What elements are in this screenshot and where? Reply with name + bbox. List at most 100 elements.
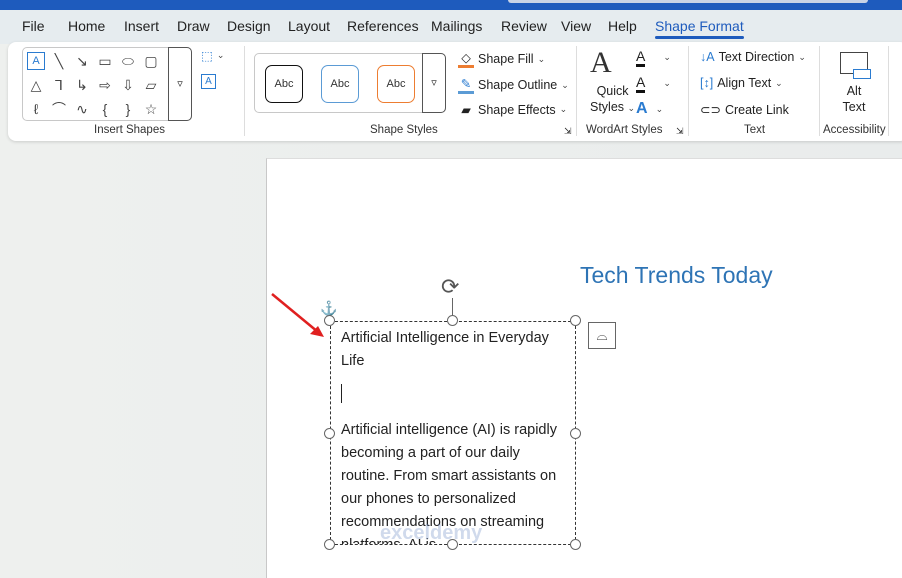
dialog-launcher-icon[interactable]: ⇲ bbox=[564, 126, 572, 137]
elbow-arrow-connector-icon[interactable]: ↳ bbox=[73, 76, 91, 94]
paint-bucket-icon: ◇ bbox=[458, 50, 474, 68]
shape-outline-label: Shape Outline bbox=[478, 78, 558, 92]
tab-view[interactable]: View bbox=[561, 18, 591, 34]
text-group-label: Text bbox=[744, 124, 766, 136]
quick-styles-button[interactable]: Quick Styles ⌄ bbox=[590, 83, 635, 116]
right-brace-shape-icon[interactable]: } bbox=[119, 100, 137, 118]
quick-styles-icon: A bbox=[590, 46, 612, 79]
chevron-down-icon: ⌄ bbox=[537, 53, 546, 64]
edit-shape-button[interactable]: ⬚ ⌄ bbox=[201, 48, 224, 63]
chevron-down-icon: ⌄ bbox=[216, 50, 225, 60]
resize-handle[interactable] bbox=[447, 539, 458, 550]
text-outline-icon: A bbox=[636, 74, 646, 93]
left-brace-shape-icon[interactable]: { bbox=[96, 100, 114, 118]
arc-shape-icon[interactable]: ⌒ bbox=[50, 100, 68, 118]
divider bbox=[888, 46, 889, 136]
shape-fill-button[interactable]: ◇ Shape Fill ⌄ bbox=[458, 50, 545, 68]
text-box[interactable]: Artificial Intelligence in Everyday Life… bbox=[330, 321, 576, 545]
down-arrow-shape-icon[interactable]: ⇩ bbox=[119, 76, 137, 94]
shape-styles-label: Shape Styles bbox=[370, 124, 438, 136]
divider bbox=[576, 46, 577, 136]
pencil-icon: ✎ bbox=[458, 76, 474, 94]
shape-fill-label: Shape Fill bbox=[478, 52, 534, 66]
shapes-gallery[interactable]: A ╲ ↘ ▭ ⬭ ▢ △ ⅂ ↳ ⇨ ⇩ ▱ ℓ ⌒ ∿ { } ☆ ▿ bbox=[22, 47, 192, 121]
tab-draw[interactable]: Draw bbox=[177, 18, 210, 34]
alt-text-label: Text bbox=[842, 100, 866, 114]
tab-home[interactable]: Home bbox=[68, 18, 105, 34]
tab-shape-format[interactable]: Shape Format bbox=[655, 18, 744, 39]
divider bbox=[819, 46, 820, 136]
arrow-line-shape-icon[interactable]: ↘ bbox=[73, 52, 91, 70]
resize-handle[interactable] bbox=[324, 539, 335, 550]
text-fill-button[interactable]: A ⌄ bbox=[636, 48, 671, 67]
rounded-rectangle-shape-icon[interactable]: ▢ bbox=[142, 52, 160, 70]
align-text-label: Align Text bbox=[717, 76, 772, 90]
ribbon-tabs: File Home Insert Draw Design Layout Refe… bbox=[0, 10, 902, 44]
star-shape-icon[interactable]: ☆ bbox=[142, 100, 160, 118]
tab-design[interactable]: Design bbox=[227, 18, 271, 34]
text-direction-button[interactable]: ↓A Text Direction ⌄ bbox=[700, 50, 806, 64]
shape-effects-button[interactable]: ▰ Shape Effects ⌄ bbox=[458, 102, 568, 118]
more-shapes-button[interactable]: ▿ bbox=[168, 47, 192, 121]
create-link-button[interactable]: ⊂⊃ Create Link bbox=[700, 102, 789, 118]
text-direction-label: Text Direction bbox=[718, 50, 795, 64]
style-preset[interactable]: Abc bbox=[321, 65, 359, 103]
align-text-button[interactable]: [↕] Align Text ⌄ bbox=[700, 76, 783, 90]
shape-styles-gallery[interactable]: Abc Abc Abc ▿ bbox=[254, 53, 446, 113]
text-box-heading[interactable]: Artificial Intelligence in Everyday Life bbox=[341, 327, 571, 373]
dialog-launcher-icon[interactable]: ⇲ bbox=[676, 126, 684, 137]
text-outline-button[interactable]: A ⌄ bbox=[636, 74, 671, 93]
triangle-shape-icon[interactable]: △ bbox=[27, 76, 45, 94]
align-text-icon: [↕] bbox=[700, 76, 714, 90]
edit-shape-icon: ⬚ bbox=[201, 49, 213, 63]
line-shape-icon[interactable]: ╲ bbox=[50, 52, 68, 70]
resize-handle[interactable] bbox=[324, 315, 335, 326]
wordart-styles-label: WordArt Styles bbox=[586, 124, 663, 136]
resize-handle[interactable] bbox=[570, 539, 581, 550]
insert-shapes-label: Insert Shapes bbox=[94, 124, 165, 136]
create-link-label: Create Link bbox=[724, 102, 789, 117]
shape-effects-label: Shape Effects bbox=[478, 102, 556, 117]
tab-references[interactable]: References bbox=[347, 18, 419, 34]
curve-shape-icon[interactable]: ∿ bbox=[73, 100, 91, 118]
chevron-down-icon: ⌄ bbox=[559, 104, 568, 114]
tab-layout[interactable]: Layout bbox=[288, 18, 330, 34]
text-box-shape-icon[interactable]: A bbox=[27, 52, 45, 70]
resize-handle[interactable] bbox=[324, 428, 335, 439]
tab-insert[interactable]: Insert bbox=[124, 18, 159, 34]
tab-review[interactable]: Review bbox=[501, 18, 547, 34]
text-effects-button[interactable]: A ⌄ bbox=[636, 100, 663, 118]
resize-handle[interactable] bbox=[570, 428, 581, 439]
style-preset[interactable]: Abc bbox=[377, 65, 415, 103]
resize-handle[interactable] bbox=[570, 315, 581, 326]
oval-shape-icon[interactable]: ⬭ bbox=[119, 52, 137, 70]
tab-help[interactable]: Help bbox=[608, 18, 637, 34]
text-effects-icon: A bbox=[636, 100, 648, 117]
ribbon: A ╲ ↘ ▭ ⬭ ▢ △ ⅂ ↳ ⇨ ⇩ ▱ ℓ ⌒ ∿ { } ☆ ▿ ⬚ ⌄… bbox=[8, 42, 902, 141]
alt-text-button[interactable]: Alt Text bbox=[840, 83, 868, 115]
rectangle-shape-icon[interactable]: ▭ bbox=[96, 52, 114, 70]
shape-effects-icon: ▰ bbox=[461, 103, 471, 117]
search-box[interactable] bbox=[508, 0, 868, 3]
divider bbox=[244, 46, 245, 136]
quick-styles-label: Quick bbox=[596, 84, 629, 98]
layout-options-button[interactable]: ⌓ bbox=[588, 322, 616, 349]
resize-handle[interactable] bbox=[447, 315, 458, 326]
snip-rectangle-shape-icon[interactable]: ▱ bbox=[142, 76, 160, 94]
document-title[interactable]: Tech Trends Today bbox=[580, 262, 773, 289]
tab-mailings[interactable]: Mailings bbox=[431, 18, 482, 34]
tab-file[interactable]: File bbox=[22, 18, 45, 34]
right-arrow-shape-icon[interactable]: ⇨ bbox=[96, 76, 114, 94]
quick-styles-label: Styles bbox=[590, 100, 625, 114]
elbow-connector-icon[interactable]: ⅂ bbox=[50, 76, 68, 94]
draw-text-box-button[interactable]: A bbox=[201, 74, 216, 89]
more-styles-button[interactable]: ▿ bbox=[422, 53, 446, 113]
style-preset[interactable]: Abc bbox=[265, 65, 303, 103]
shape-outline-button[interactable]: ✎ Shape Outline ⌄ bbox=[458, 76, 569, 94]
divider bbox=[688, 46, 689, 136]
rotate-handle-icon[interactable]: ⟳ bbox=[441, 274, 459, 300]
text-fill-icon: A bbox=[636, 48, 646, 67]
scribble-shape-icon[interactable]: ℓ bbox=[27, 100, 45, 118]
layout-options-icon: ⌓ bbox=[596, 327, 608, 343]
chevron-down-icon: ⌄ bbox=[561, 79, 569, 90]
